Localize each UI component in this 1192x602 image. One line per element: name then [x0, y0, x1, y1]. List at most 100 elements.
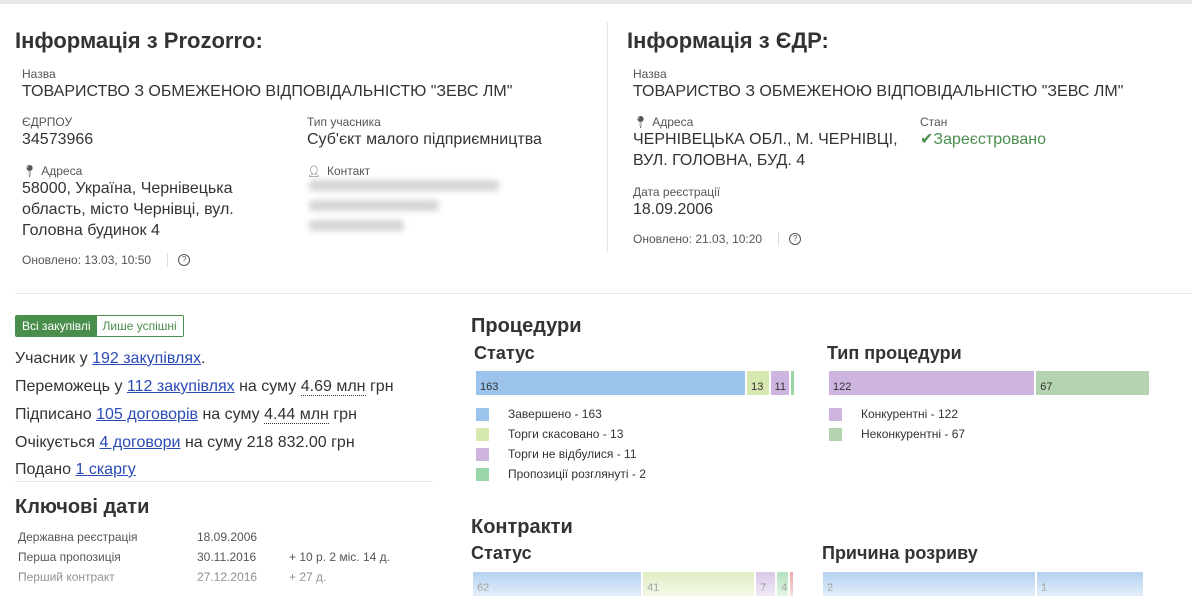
submitted-link[interactable]: 1 скаргу — [75, 461, 135, 478]
stat-text: грн — [333, 406, 357, 423]
stat-participant: Учасник у 192 закупівлях. — [15, 350, 205, 368]
bar-segment[interactable]: 41 — [643, 572, 755, 596]
legend-item: Пропозиції розглянуті - 2 — [476, 467, 646, 481]
edr-address-line: ВУЛ. ГОЛОВНА, БУД. 4 — [633, 152, 806, 169]
map-pin-icon: 📍︎ — [22, 164, 38, 178]
bar-segment[interactable] — [790, 371, 794, 395]
legend-item: Конкурентні - 122 — [829, 407, 958, 421]
prozorro-edrpou-value: 34573966 — [22, 131, 94, 148]
legend-swatch — [476, 427, 489, 441]
prozorro-name-label: Назва — [22, 67, 56, 81]
bar-segment[interactable]: 2 — [823, 572, 1035, 596]
legend-swatch — [476, 467, 489, 481]
purchase-filter-toggle: Всі закупівлі Лише успішні — [15, 315, 184, 337]
stat-text: Очікується — [15, 434, 96, 451]
legend-swatch — [829, 427, 842, 441]
prozorro-type-label: Тип учасника — [307, 115, 381, 129]
question-icon[interactable]: ? — [178, 254, 191, 266]
edr-reg-date-value: 18.09.2006 — [633, 201, 714, 218]
prozorro-edrpou-label: ЄДРПОУ — [22, 115, 73, 129]
bar-segment[interactable]: 67 — [1036, 371, 1149, 395]
key-date-label: Перший контракт — [18, 570, 115, 584]
edr-updated: Оновлено: 21.03, 10:20 — [633, 232, 763, 246]
participant-link[interactable]: 192 закупівлях — [92, 350, 201, 367]
procedures-status-title: Статус — [474, 343, 535, 363]
edr-reg-date-label: Дата реєстрації — [633, 185, 721, 199]
legend-item: Неконкурентні - 67 — [829, 427, 965, 441]
legend-label: Торги скасовано - 13 — [508, 427, 624, 441]
expected-link[interactable]: 4 договори — [99, 434, 180, 451]
legend-label: Неконкурентні - 67 — [861, 427, 966, 441]
stat-text: Підписано — [15, 406, 92, 423]
bar-segment[interactable]: 62 — [473, 572, 642, 596]
signed-amount[interactable]: 4.44 млн — [264, 406, 329, 424]
stat-text: на суму — [202, 406, 260, 423]
stat-text: . — [200, 350, 206, 367]
bar-segment[interactable]: 11 — [770, 371, 789, 395]
prozorro-title: Інформація з Prozorro: — [15, 28, 263, 53]
stat-submitted: Подано 1 скаргу — [15, 461, 136, 479]
legend-label: Пропозиції розглянуті - 2 — [508, 467, 646, 481]
legend-swatch — [829, 407, 842, 421]
contracts-status-title: Статус — [471, 543, 532, 563]
prozorro-name-value: ТОВАРИСТВО З ОБМЕЖЕНОЮ ВІДПОВІДАЛЬНІСТЮ … — [22, 83, 513, 100]
edr-name-label: Назва — [633, 67, 667, 81]
legend-label: Конкурентні - 122 — [861, 407, 958, 421]
prozorro-address-value: 58000, Україна, Чернівецька область, міс… — [22, 178, 282, 241]
check-icon: ✔ — [920, 131, 934, 148]
edr-address-value: ЧЕРНІВЕЦЬКА ОБЛ., М. ЧЕРНІВЦІ, ВУЛ. ГОЛО… — [633, 129, 898, 171]
edr-state-label: Стан — [920, 115, 948, 129]
procedures-title: Процедури — [471, 315, 582, 337]
bar-segment[interactable]: 1 — [1037, 572, 1143, 596]
stat-text: Подано — [15, 461, 72, 478]
stats-divider — [15, 481, 433, 482]
procedures-type-bar: 122 67 — [829, 371, 1151, 395]
procedures-status-bar: 163 13 11 — [476, 371, 796, 395]
bar-segment[interactable] — [790, 572, 794, 596]
bar-segment[interactable]: 7 — [756, 572, 776, 596]
procedures-type-title: Тип процедури — [827, 343, 962, 363]
stat-expected: Очікується 4 договори на суму 218 832.00… — [15, 434, 355, 452]
stat-text: Учасник у — [15, 350, 88, 367]
key-date-date: 27.12.2016 — [197, 570, 258, 584]
key-dates-title: Ключові дати — [15, 496, 150, 518]
prozorro-type-value: Суб'єкт малого підприємництва — [307, 131, 542, 148]
prozorro-contact-redacted — [309, 176, 509, 231]
prozorro-address-line: Головна будинок 4 — [22, 222, 160, 239]
prozorro-address-line: 58000, Україна, Чернівецька — [22, 180, 233, 197]
key-date-label: Державна реєстрація — [18, 530, 138, 544]
contracts-title: Контракти — [471, 516, 573, 538]
edr-state-value: Зареєстровано — [933, 131, 1047, 148]
map-pin-icon: 📍︎ — [633, 115, 649, 129]
key-date-label: Перша пропозиція — [18, 550, 121, 564]
key-date-delta: + 10 р. 2 міс. 14 д. — [289, 550, 390, 564]
prozorro-address-line: область, місто Чернівці, вул. — [22, 201, 234, 218]
winner-link[interactable]: 112 закупівлях — [127, 378, 235, 395]
filter-all-button[interactable]: Всі закупівлі — [16, 316, 97, 336]
winner-amount[interactable]: 4.69 млн — [300, 378, 366, 396]
stat-signed: Підписано 105 договорів на суму 4.44 млн… — [15, 406, 357, 424]
question-icon[interactable]: ? — [789, 233, 802, 245]
stat-text: Переможець у — [15, 378, 123, 395]
prozorro-updated: Оновлено: 13.03, 10:50 — [22, 253, 152, 267]
contracts-break-title: Причина розриву — [822, 543, 978, 563]
contracts-break-bar: 21 — [823, 572, 1145, 596]
column-divider — [607, 22, 608, 252]
prozorro-updated-row: Оновлено: 13.03, 10:50 ? — [22, 253, 191, 267]
stat-text: грн — [369, 378, 394, 395]
bar-segment[interactable]: 4 — [777, 572, 789, 596]
prozorro-address-label-row: 📍︎ Адреса — [22, 164, 82, 178]
legend-swatch — [476, 407, 489, 421]
edr-updated-row: Оновлено: 21.03, 10:20 ? — [633, 232, 802, 246]
filter-success-button[interactable]: Лише успішні — [96, 316, 183, 336]
bar-segment[interactable]: 122 — [829, 371, 1035, 395]
legend-swatch — [476, 447, 489, 461]
edr-address-label: Адреса — [652, 115, 694, 129]
bar-segment[interactable]: 13 — [747, 371, 769, 395]
prozorro-address-label: Адреса — [41, 164, 83, 178]
bar-segment[interactable]: 163 — [476, 371, 746, 395]
stat-text: на суму — [239, 378, 297, 395]
signed-link[interactable]: 105 договорів — [96, 406, 198, 423]
key-date-delta: + 27 д. — [289, 570, 327, 584]
stat-winner: Переможець у 112 закупівлях на суму 4.69… — [15, 378, 394, 396]
